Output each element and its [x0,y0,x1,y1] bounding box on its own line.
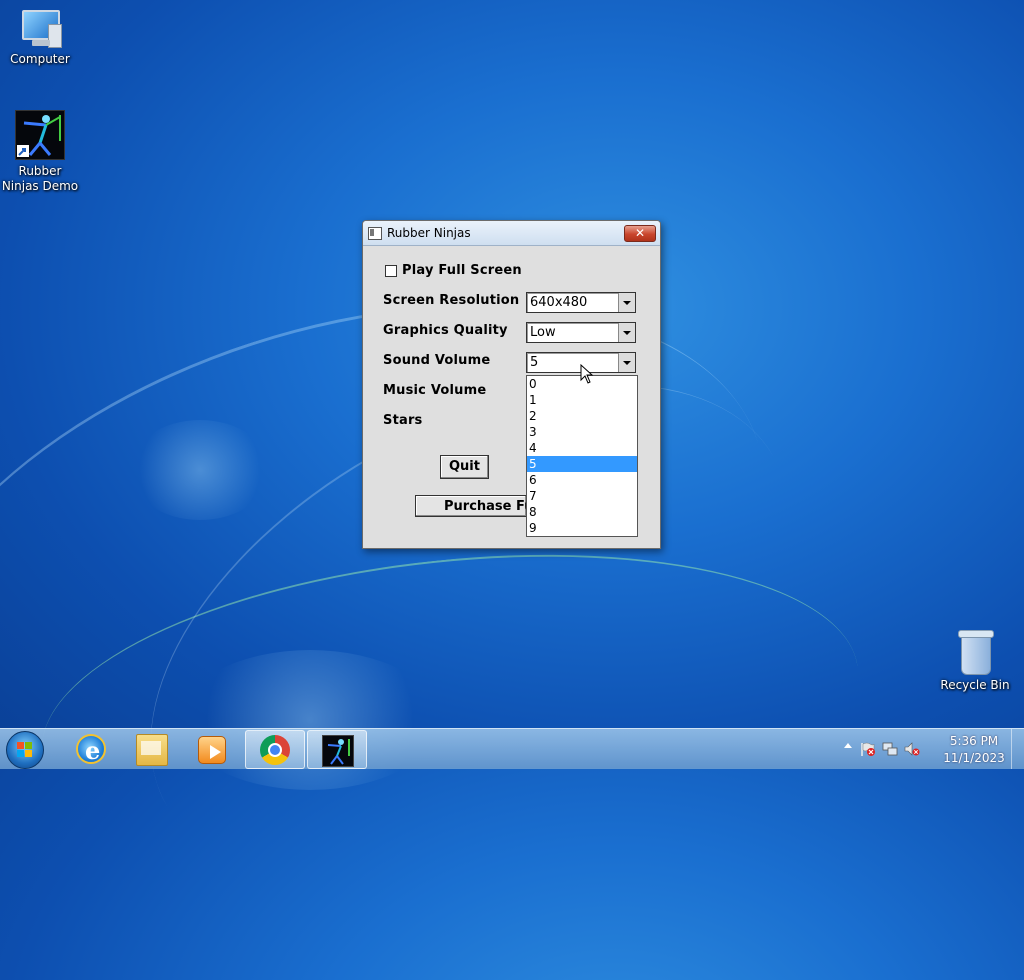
desktop-icon-label: Rubber Ninjas Demo [1,164,79,193]
taskbar-rubber-ninjas[interactable] [307,730,367,769]
taskbar: 5:36 PM 11/1/2023 [0,728,1024,769]
chrome-icon [260,735,290,765]
desktop-icon-label: Recycle Bin [940,678,1010,692]
rubber-ninjas-icon [15,110,65,160]
full-screen-label[interactable]: Play Full Screen [402,263,522,278]
sound-volume-dropdown-list[interactable]: 0123456789 [526,375,638,537]
taskbar-internet-explorer[interactable] [62,730,120,767]
taskbar-file-explorer[interactable] [122,730,180,767]
dropdown-option[interactable]: 5 [527,456,637,472]
start-button-icon[interactable] [6,731,44,769]
window-icon [368,227,382,240]
dropdown-option[interactable]: 8 [527,504,637,520]
dropdown-option[interactable]: 6 [527,472,637,488]
dialog-titlebar[interactable]: Rubber Ninjas ✕ [363,221,660,246]
full-screen-checkbox[interactable] [385,265,397,277]
wallpaper-glow [130,420,270,520]
clock-date[interactable]: 11/1/2023 [940,751,1008,765]
desktop-icon-computer[interactable]: Computer [0,8,80,67]
chevron-down-icon[interactable] [618,353,635,372]
quit-button[interactable]: Quit [440,455,489,479]
sound-volume-value: 5 [530,355,539,370]
rubber-ninjas-icon [322,735,354,767]
taskbar-chrome[interactable] [245,730,305,769]
volume-muted-icon[interactable] [904,741,920,757]
dropdown-option[interactable]: 7 [527,488,637,504]
computer-icon [18,8,62,48]
desktop-icon-recycle-bin[interactable]: Recycle Bin [935,630,1015,693]
graphics-quality-select[interactable]: Low [526,322,636,343]
system-tray: 5:36 PM 11/1/2023 [834,729,1024,769]
network-icon[interactable] [882,741,898,757]
desktop-icon-rubber-ninjas[interactable]: Rubber Ninjas Demo [0,110,80,194]
wallpaper-glow [180,650,440,790]
dropdown-option[interactable]: 3 [527,424,637,440]
dropdown-option[interactable]: 1 [527,392,637,408]
clock-time[interactable]: 5:36 PM [944,734,1004,748]
music-volume-label: Music Volume [383,383,487,398]
action-center-flag-icon[interactable] [860,741,876,757]
dropdown-option[interactable]: 4 [527,440,637,456]
dialog-title: Rubber Ninjas [387,226,471,240]
graphics-quality-value: Low [530,325,556,340]
sound-volume-label: Sound Volume [383,353,491,368]
media-player-icon [198,736,226,764]
close-button[interactable]: ✕ [624,225,656,242]
dropdown-option[interactable]: 9 [527,520,637,536]
show-desktop-button[interactable] [1011,729,1024,769]
purchase-button[interactable]: Purchase Fu [415,495,527,517]
recycle-bin-icon [958,630,994,675]
internet-explorer-icon [76,734,106,765]
desktop-icon-label: Computer [10,52,70,66]
chevron-down-icon[interactable] [618,293,635,312]
show-hidden-icons-icon[interactable] [844,743,852,748]
file-explorer-icon [136,734,168,766]
dropdown-option[interactable]: 2 [527,408,637,424]
taskbar-media-player[interactable] [182,730,240,767]
chevron-down-icon[interactable] [618,323,635,342]
screen-resolution-select[interactable]: 640x480 [526,292,636,313]
stars-label: Stars [383,413,423,428]
wallpaper-streak [26,517,874,905]
rubber-ninjas-dialog: Rubber Ninjas ✕ Play Full Screen Screen … [362,220,661,549]
screen-resolution-label: Screen Resolution [383,293,520,308]
graphics-quality-label: Graphics Quality [383,323,508,338]
screen-resolution-value: 640x480 [530,295,588,310]
